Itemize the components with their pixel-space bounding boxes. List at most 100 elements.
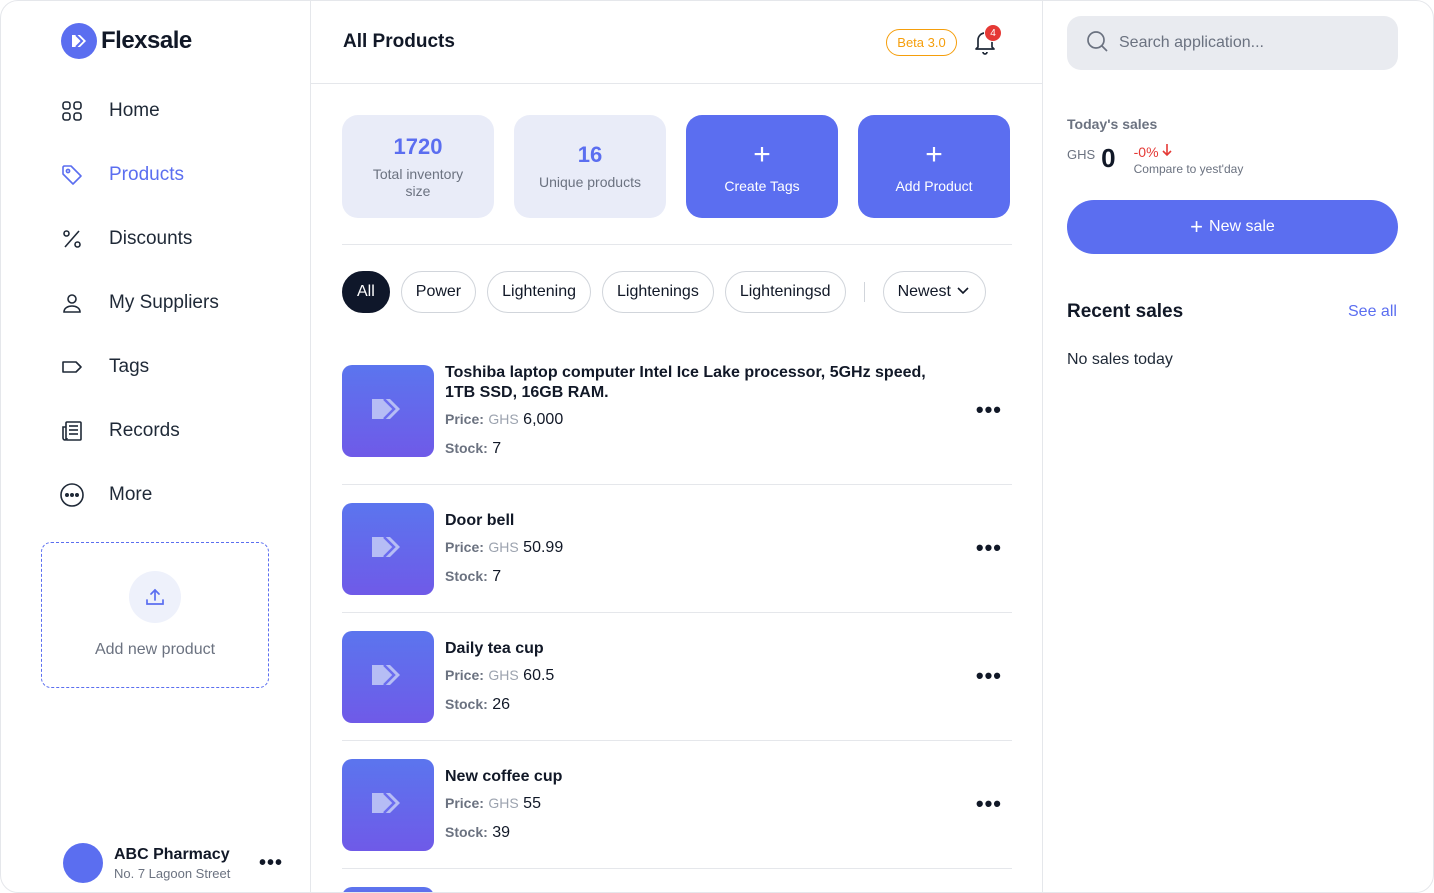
upload-icon: [129, 571, 181, 623]
product-price: Price: GHS 55: [445, 795, 541, 812]
product-price: Price: GHS 60.5: [445, 667, 555, 684]
sort-label: Newest: [897, 283, 951, 300]
stats-row: 1720 Total inventory size 16 Unique prod…: [342, 115, 1010, 218]
more-options-icon[interactable]: •••: [976, 791, 1002, 817]
change-note: Compare to yest'day: [1133, 162, 1244, 176]
filter-chip-lightenings[interactable]: Lightenings: [601, 271, 714, 313]
sidebar-item-records[interactable]: Records: [59, 399, 299, 463]
add-new-product-dropzone[interactable]: Add new product: [41, 542, 269, 688]
product-stock: Stock: 39: [445, 824, 511, 841]
app-window: Flexsale Home Products Discounts My Supp…: [0, 0, 1434, 893]
tag-icon: [370, 789, 406, 822]
account-card[interactable]: ABC Pharmacy No. 7 Lagoon Street •••: [63, 843, 293, 883]
product-price: Price: GHS 6,000: [445, 411, 564, 428]
sidebar-item-more[interactable]: More: [59, 463, 299, 527]
list-item[interactable]: Door bell Price: GHS 50.99 Stock: 7 •••: [342, 485, 1012, 613]
product-name: Daily tea cup: [445, 640, 544, 657]
stat-value: 16: [577, 142, 603, 167]
divider: [342, 244, 1012, 245]
brand-name: Flexsale: [101, 27, 192, 54]
todays-sales-heading: Today's sales: [1067, 116, 1158, 132]
account-address: No. 7 Lagoon Street: [114, 865, 231, 881]
stat-label: Total inventory size: [372, 165, 464, 199]
product-list: Toshiba laptop computer Intel Ice Lake p…: [342, 337, 1012, 892]
product-thumbnail: [342, 503, 434, 595]
label-icon: [59, 354, 85, 380]
todays-sales-summary: GHS 0 -0% Compare to yest'day: [1067, 143, 1243, 176]
filter-chip-lighteningsd[interactable]: Lighteningsd: [724, 271, 846, 313]
account-more-icon[interactable]: •••: [259, 852, 283, 875]
beta-badge: Beta 3.0: [886, 29, 957, 56]
create-tags-label: Create Tags: [724, 177, 800, 194]
create-tags-button[interactable]: + Create Tags: [686, 115, 838, 218]
change-percent: -0%: [1134, 143, 1244, 160]
more-options-icon[interactable]: •••: [976, 397, 1002, 423]
filter-chip-lightening[interactable]: Lightening: [487, 271, 591, 313]
sidebar-item-label: Home: [109, 100, 160, 121]
sales-change: -0% Compare to yest'day: [1133, 143, 1244, 177]
sort-dropdown[interactable]: Newest: [882, 271, 986, 313]
sidebar-item-discounts[interactable]: Discounts: [59, 207, 299, 271]
see-all-link[interactable]: See all: [1348, 303, 1397, 321]
add-product-button[interactable]: + Add Product: [858, 115, 1010, 218]
records-icon: [59, 418, 85, 444]
search-bar[interactable]: [1067, 16, 1398, 70]
product-stock: Stock: 7: [445, 440, 502, 457]
main-content: All Products Beta 3.0 4 1720 Total inven…: [311, 1, 1043, 892]
user-icon: [59, 290, 85, 316]
flexsale-logo-icon: [61, 23, 97, 59]
brand-logo[interactable]: Flexsale: [61, 23, 192, 59]
sidebar-item-label: Tags: [109, 356, 150, 377]
sidebar-item-label: My Suppliers: [109, 292, 219, 313]
account-name: ABC Pharmacy: [114, 845, 230, 863]
percent-icon: [59, 226, 85, 252]
product-info: Door bell Price: GHS 50.99 Stock: 7: [445, 511, 955, 589]
empty-state-text: No sales today: [1067, 351, 1173, 368]
new-sale-label: New sale: [1209, 218, 1275, 235]
list-item[interactable]: New coffee cup Price: GHS 55 Stock: 39 •…: [342, 741, 1012, 869]
chevron-down-icon: [955, 282, 971, 303]
upload-label: Add new product: [94, 641, 216, 658]
more-options-icon[interactable]: •••: [976, 535, 1002, 561]
sidebar-item-label: Products: [109, 164, 184, 185]
filter-bar: All Power Lightening Lightenings Lighten…: [342, 271, 986, 313]
sidebar-item-my-suppliers[interactable]: My Suppliers: [59, 271, 299, 335]
filter-chip-all[interactable]: All: [342, 271, 390, 313]
product-thumbnail: [342, 631, 434, 723]
search-input[interactable]: [1119, 34, 1369, 52]
product-price: Price: GHS 50.99: [445, 539, 564, 556]
plus-icon: +: [1190, 214, 1204, 239]
recent-sales-title: Recent sales: [1067, 301, 1184, 322]
stat-value: 1720: [393, 133, 443, 159]
product-stock: Stock: 26: [445, 696, 511, 713]
tag-icon: [370, 661, 406, 694]
avatar[interactable]: [63, 843, 103, 883]
product-name: Toshiba laptop computer Intel Ice Lake p…: [445, 364, 926, 401]
sidebar-item-home[interactable]: Home: [59, 79, 299, 143]
new-sale-button[interactable]: + New sale: [1067, 200, 1398, 254]
stat-label: Unique products: [539, 174, 641, 190]
product-info: Daily tea cup Price: GHS 60.5 Stock: 26: [445, 639, 955, 717]
list-item[interactable]: Toshiba laptop computer Intel Ice Lake p…: [342, 337, 1012, 485]
page-title: All Products: [343, 31, 455, 52]
add-product-label: Add Product: [895, 177, 973, 194]
product-name: New coffee cup: [445, 768, 563, 785]
stat-card-inventory: 1720 Total inventory size: [342, 115, 494, 218]
tag-icon: [370, 395, 406, 428]
search-icon: [1085, 29, 1109, 58]
sidebar-item-tags[interactable]: Tags: [59, 335, 299, 399]
sidebar-item-products[interactable]: Products: [59, 143, 299, 207]
tag-icon: [370, 533, 406, 566]
filter-chip-power[interactable]: Power: [400, 271, 477, 313]
sidebar-item-label: Discounts: [109, 228, 193, 249]
sidebar-item-label: Records: [109, 420, 180, 441]
more-options-icon[interactable]: •••: [976, 663, 1002, 689]
plus-icon: +: [925, 137, 943, 171]
notification-count-badge: 4: [984, 24, 1002, 42]
tag-icon: [59, 162, 85, 188]
list-item[interactable]: Daily tea cup Price: GHS 60.5 Stock: 26 …: [342, 613, 1012, 741]
sales-currency: GHS: [1067, 147, 1096, 162]
sidebar-nav: Home Products Discounts My Suppliers Tag…: [59, 79, 299, 527]
product-stock: Stock: 7: [445, 568, 502, 585]
product-thumbnail: [342, 759, 434, 851]
